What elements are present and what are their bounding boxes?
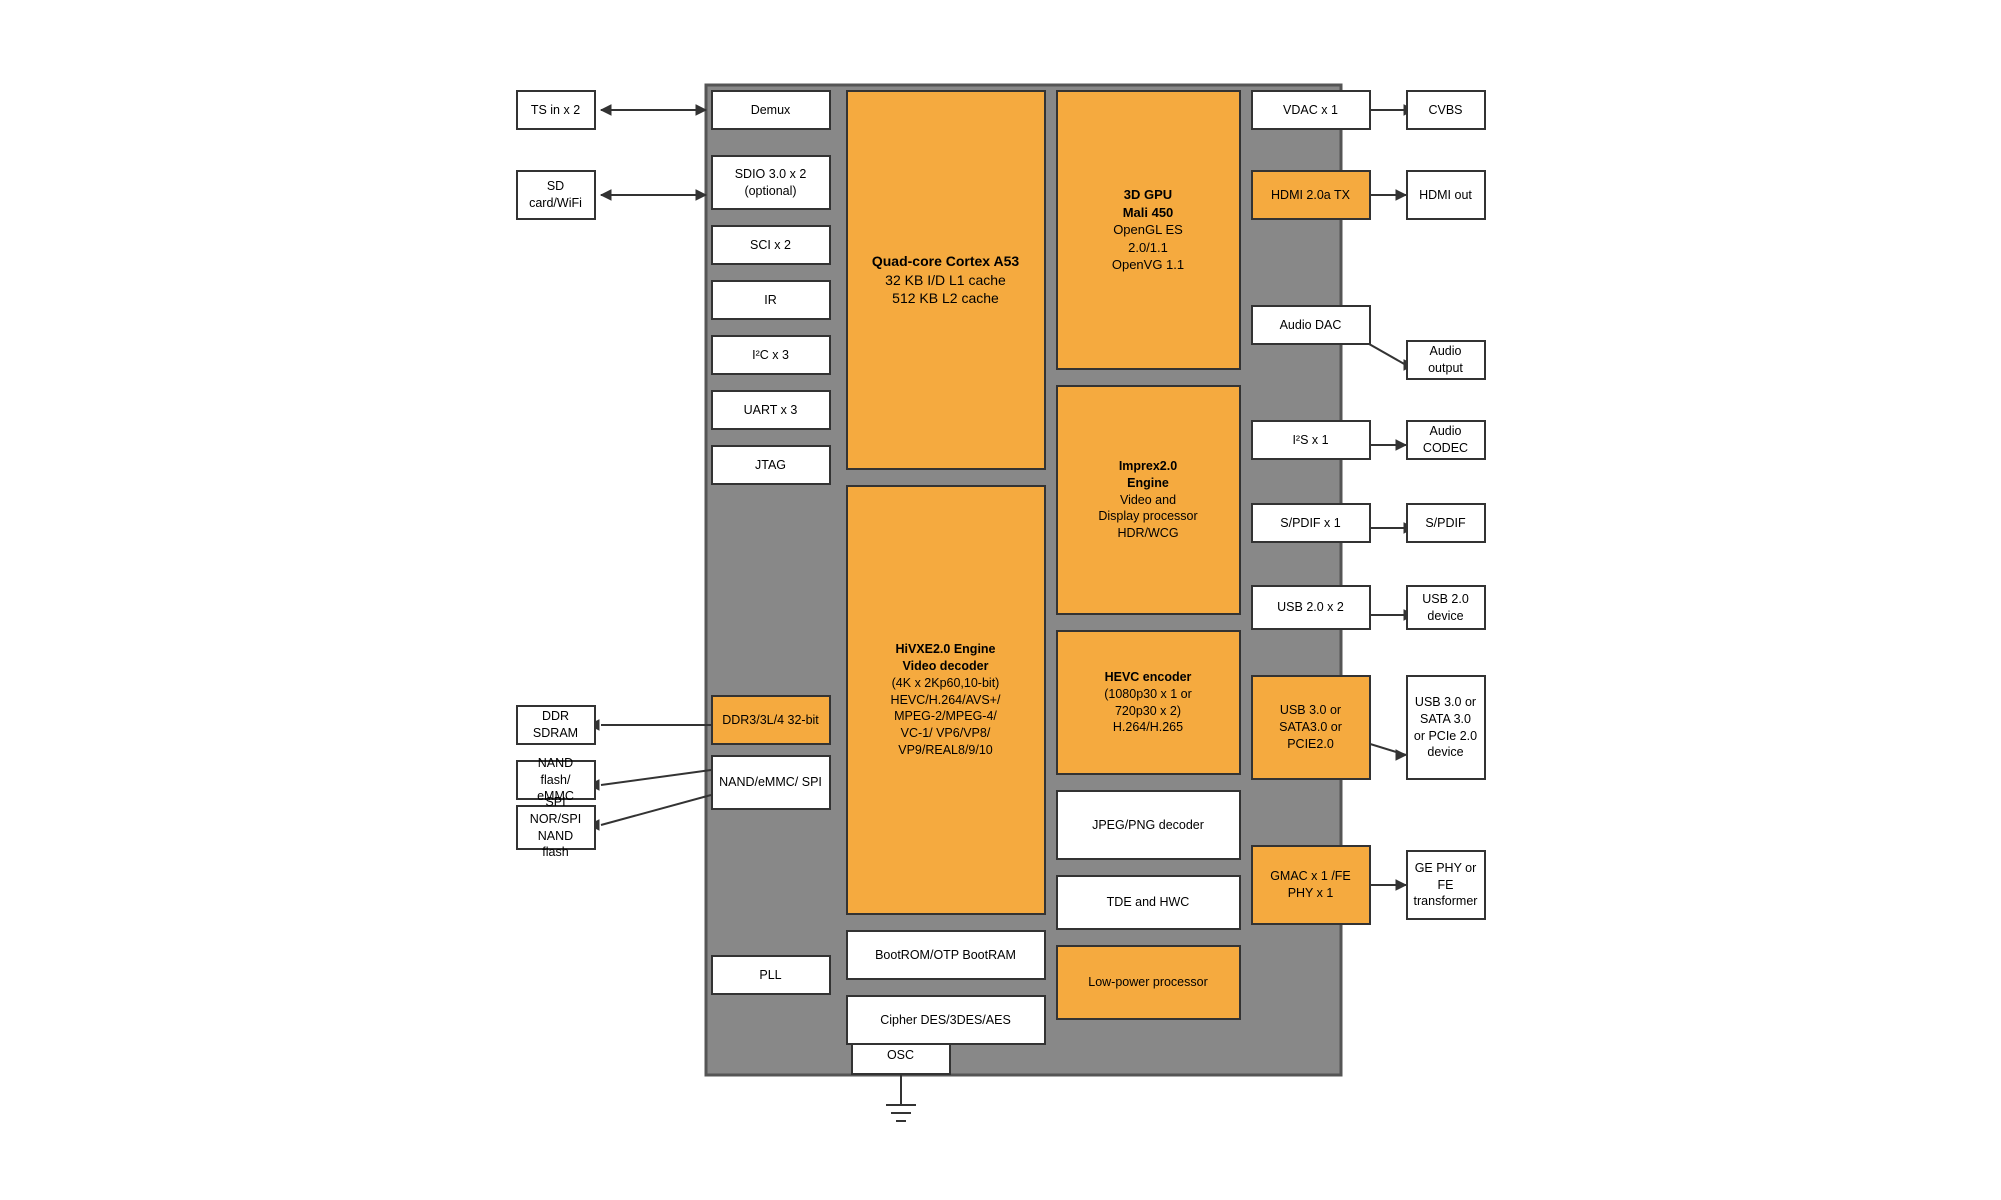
usb30-chip-block: USB 3.0 or SATA3.0 or PCIE2.0 xyxy=(1251,675,1371,780)
cpu-block: Quad-core Cortex A53 32 KB I/D L1 cache … xyxy=(846,90,1046,470)
usb20-block: USB 2.0 x 2 xyxy=(1251,585,1371,630)
vdac-block: VDAC x 1 xyxy=(1251,90,1371,130)
hevc-enc-block: HEVC encoder (1080p30 x 1 or 720p30 x 2)… xyxy=(1056,630,1241,775)
audio-output-block: Audio output xyxy=(1406,340,1486,380)
hivxe-label: HiVXE2.0 Engine Video decoder (4K x 2Kp6… xyxy=(891,641,1001,759)
jpeg-block: JPEG/PNG decoder xyxy=(1056,790,1241,860)
bootrom-block: BootROM/OTP BootRAM xyxy=(846,930,1046,980)
hivxe-block: HiVXE2.0 Engine Video decoder (4K x 2Kp6… xyxy=(846,485,1046,915)
gpu-block: 3D GPU Mali 450 OpenGL ES 2.0/1.1 OpenVG… xyxy=(1056,90,1241,370)
spdif-ext-block: S/PDIF xyxy=(1406,503,1486,543)
cvbs-block: CVBS xyxy=(1406,90,1486,130)
jtag-block: JTAG xyxy=(711,445,831,485)
diagram-canvas: TS in x 2 SD card/WiFi DDR SDRAM NAND fl… xyxy=(511,75,1491,1125)
nand-chip-block: NAND/eMMC/ SPI xyxy=(711,755,831,810)
ddr-sdram-block: DDR SDRAM xyxy=(516,705,596,745)
spi-nor-block: SPI NOR/SPI NAND flash xyxy=(516,805,596,850)
usb30-ext-block: USB 3.0 or SATA 3.0 or PCIe 2.0 device xyxy=(1406,675,1486,780)
audio-dac-block: Audio DAC xyxy=(1251,305,1371,345)
sdio-block: SDIO 3.0 x 2 (optional) xyxy=(711,155,831,210)
i2s-block: I²S x 1 xyxy=(1251,420,1371,460)
uart-block: UART x 3 xyxy=(711,390,831,430)
demux-block: Demux xyxy=(711,90,831,130)
imprex-block: Imprex2.0 Engine Video and Display proce… xyxy=(1056,385,1241,615)
i2c-block: I²C x 3 xyxy=(711,335,831,375)
tde-block: TDE and HWC xyxy=(1056,875,1241,930)
sci-block: SCI x 2 xyxy=(711,225,831,265)
audio-codec-block: Audio CODEC xyxy=(1406,420,1486,460)
hdmi-tx-block: HDMI 2.0a TX xyxy=(1251,170,1371,220)
ts-in-block: TS in x 2 xyxy=(516,90,596,130)
pll-block: PLL xyxy=(711,955,831,995)
low-power-block: Low-power processor xyxy=(1056,945,1241,1020)
spdif-chip-block: S/PDIF x 1 xyxy=(1251,503,1371,543)
imprex-label: Imprex2.0 Engine Video and Display proce… xyxy=(1098,458,1197,542)
hdmi-out-block: HDMI out xyxy=(1406,170,1486,220)
gmac-block: GMAC x 1 /FE PHY x 1 xyxy=(1251,845,1371,925)
cpu-label: Quad-core Cortex A53 32 KB I/D L1 cache … xyxy=(872,252,1019,309)
cipher-block: Cipher DES/3DES/AES xyxy=(846,995,1046,1045)
ge-phy-block: GE PHY or FE transformer xyxy=(1406,850,1486,920)
gpu-label: 3D GPU Mali 450 OpenGL ES 2.0/1.1 OpenVG… xyxy=(1112,186,1184,274)
ir-block: IR xyxy=(711,280,831,320)
ddr-chip-block: DDR3/3L/4 32-bit xyxy=(711,695,831,745)
usb20-device-block: USB 2.0 device xyxy=(1406,585,1486,630)
sd-card-wifi-block: SD card/WiFi xyxy=(516,170,596,220)
hevc-enc-label: HEVC encoder (1080p30 x 1 or 720p30 x 2)… xyxy=(1104,669,1192,737)
